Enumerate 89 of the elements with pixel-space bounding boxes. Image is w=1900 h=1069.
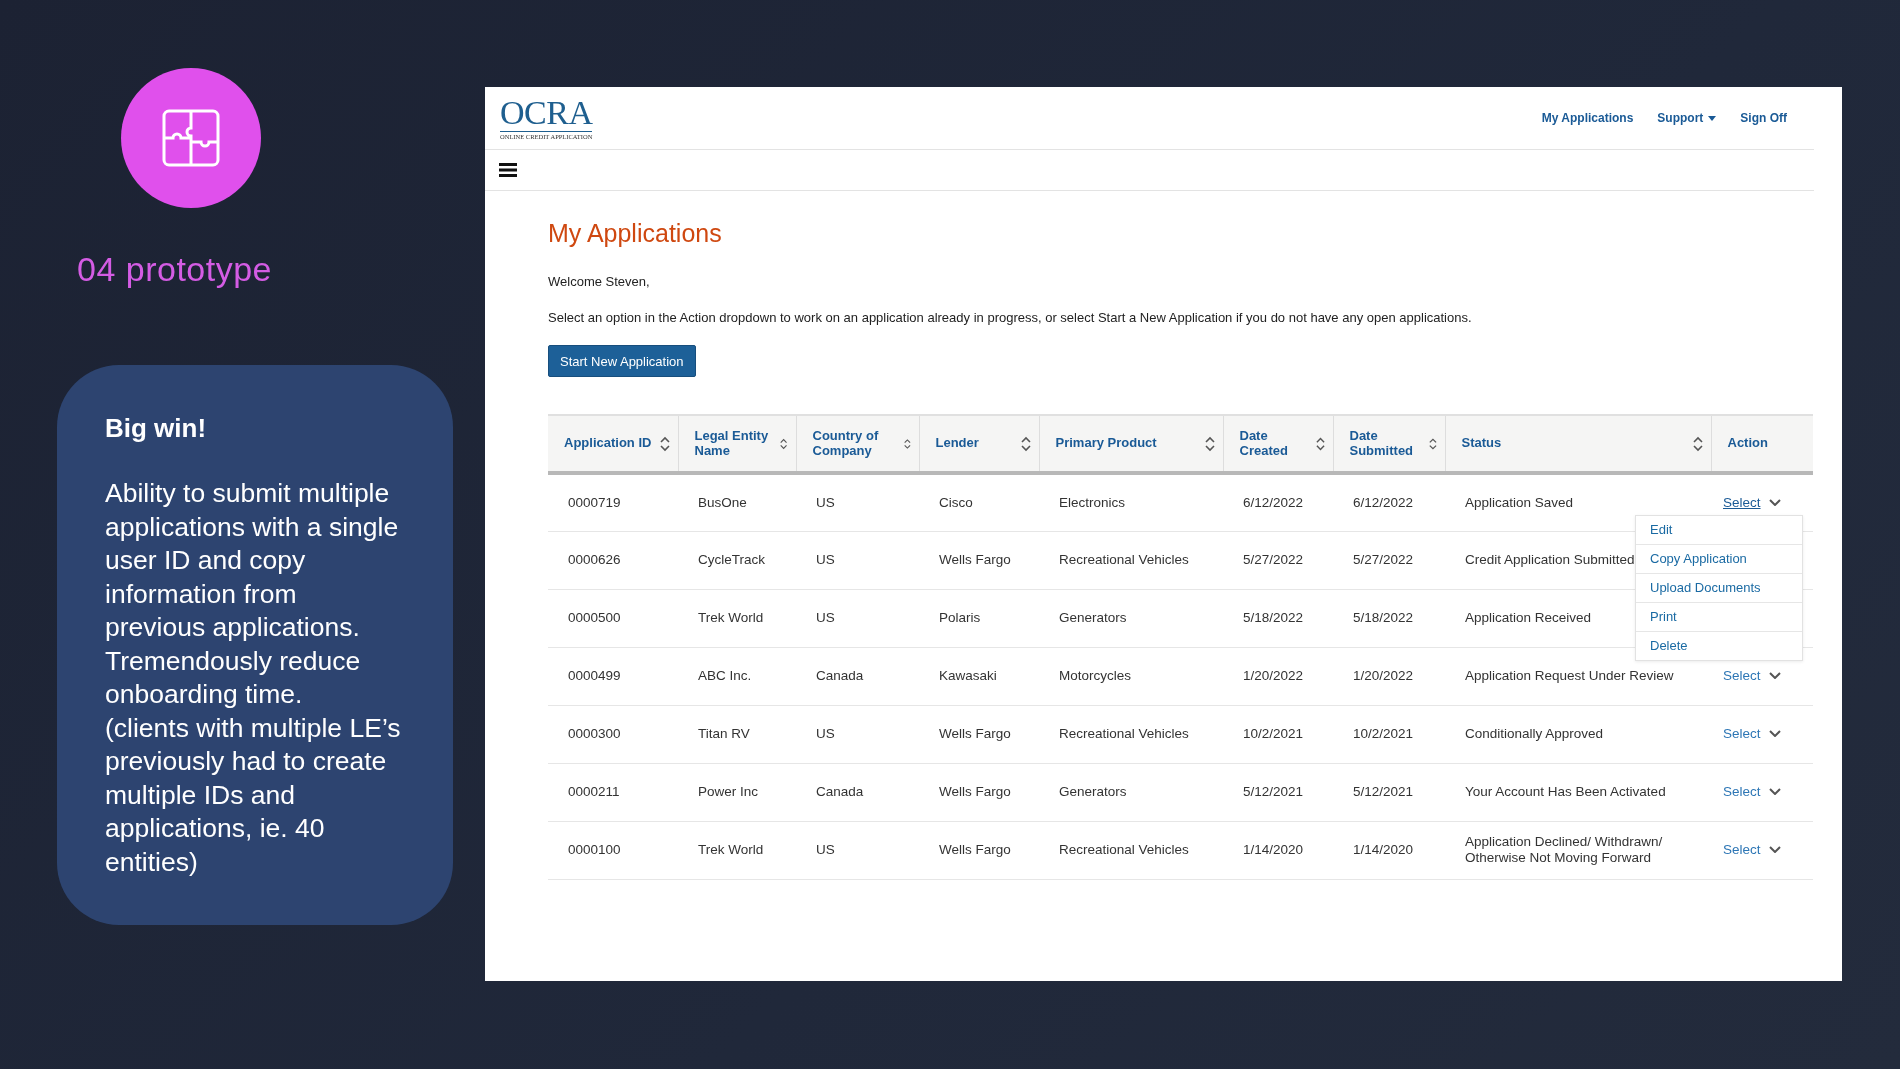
nav-link[interactable]: Support: [1657, 111, 1717, 125]
table-cell: Wells Fargo: [919, 531, 1039, 589]
table-cell: Titan RV: [678, 705, 796, 763]
table-cell: Power Inc: [678, 763, 796, 821]
menu-item[interactable]: Print: [1636, 603, 1802, 632]
column-header[interactable]: Status: [1445, 415, 1711, 473]
table-cell: 6/12/2022: [1223, 473, 1333, 531]
table-cell: 10/2/2021: [1333, 705, 1445, 763]
table-cell: Motorcycles: [1039, 647, 1223, 705]
table-cell: 5/18/2022: [1333, 589, 1445, 647]
nav-link[interactable]: Sign Off: [1740, 111, 1787, 125]
start-new-application-button[interactable]: Start New Application: [548, 345, 696, 377]
table-cell: Polaris: [919, 589, 1039, 647]
table-cell: 0000626: [548, 531, 678, 589]
table-cell: US: [796, 531, 919, 589]
table-cell: 0000300: [548, 705, 678, 763]
table-cell: Canada: [796, 763, 919, 821]
column-header[interactable]: Application ID: [548, 415, 678, 473]
menu-item[interactable]: Edit: [1636, 516, 1802, 545]
table-cell: 1/14/2020: [1223, 821, 1333, 879]
table-cell: 0000719: [548, 473, 678, 531]
card-paragraph: Tremendously reduce onboarding time.: [105, 644, 362, 711]
table-cell: Canada: [796, 647, 919, 705]
table-cell: 5/12/2021: [1333, 763, 1445, 821]
table-cell: Your Account Has Been Activated: [1445, 763, 1711, 821]
menu-item[interactable]: Upload Documents: [1636, 574, 1802, 603]
table-cell: 5/27/2022: [1333, 531, 1445, 589]
table-cell: 5/12/2021: [1223, 763, 1333, 821]
caret-icon: [1768, 672, 1781, 680]
table-cell: CycleTrack: [678, 531, 796, 589]
table-cell: 1/14/2020: [1333, 821, 1445, 879]
section-title: 04 prototype: [77, 250, 274, 289]
table-cell: Wells Fargo: [919, 821, 1039, 879]
table-cell: 0000499: [548, 647, 678, 705]
table-cell: Generators: [1039, 763, 1223, 821]
action-select[interactable]: Select: [1723, 495, 1781, 511]
instruction-text: Select an option in the Action dropdown to work on an application already in progress, or select Start a New Application if you do not have any open applications.: [548, 310, 1473, 325]
menu-icon[interactable]: [499, 163, 517, 177]
table-cell: Kawasaki: [919, 647, 1039, 705]
table-cell: Trek World: [678, 589, 796, 647]
puzzle-icon: [161, 108, 221, 168]
menu-item[interactable]: Copy Application: [1636, 545, 1802, 574]
caret-icon: [1768, 499, 1781, 507]
card-paragraph: (clients with multiple LE’s previously had to create multiple IDs and applications, ie. 40 entities): [105, 711, 401, 879]
table-cell: US: [796, 821, 919, 879]
table-cell: 5/18/2022: [1223, 589, 1333, 647]
table-cell: Electronics: [1039, 473, 1223, 531]
table-cell: Cisco: [919, 473, 1039, 531]
table-cell: US: [796, 705, 919, 763]
column-header[interactable]: Legal Entity Name: [678, 415, 796, 473]
table-cell: 1/20/2022: [1333, 647, 1445, 705]
table-cell: 0000500: [548, 589, 678, 647]
table-cell: Recreational Vehicles: [1039, 821, 1223, 879]
table-cell: 1/20/2022: [1223, 647, 1333, 705]
card-heading: Big win!: [105, 413, 208, 444]
page-title: My Applications: [548, 219, 723, 248]
card-paragraph: Ability to submit multiple applications with a single user ID and copy information from previous applications.: [105, 477, 400, 644]
table-cell: 0000211: [548, 763, 678, 821]
table-cell: US: [796, 589, 919, 647]
table-cell: BusOne: [678, 473, 796, 531]
table-cell: US: [796, 473, 919, 531]
table-cell: Application Declined/ Withdrawn/ Otherwise Not Moving Forward: [1445, 821, 1711, 879]
table-cell: Wells Fargo: [919, 763, 1039, 821]
table-cell: Generators: [1039, 589, 1223, 647]
column-header[interactable]: Action: [1711, 415, 1813, 473]
caret-icon: [1768, 846, 1781, 854]
action-select[interactable]: Select: [1723, 726, 1781, 742]
action-select[interactable]: Select: [1723, 784, 1781, 800]
table-cell: ABC Inc.: [678, 647, 796, 705]
column-header[interactable]: Country of Company: [796, 415, 919, 473]
action-select[interactable]: Select: [1723, 668, 1781, 684]
column-header[interactable]: Date Submitted: [1333, 415, 1445, 473]
caret-icon: [1768, 788, 1781, 796]
table-cell: Conditionally Approved: [1445, 705, 1711, 763]
nav-link[interactable]: My Applications: [1541, 111, 1634, 125]
table-cell: Wells Fargo: [919, 705, 1039, 763]
column-header[interactable]: Date Created: [1223, 415, 1333, 473]
welcome-text: Welcome Steven,: [548, 274, 651, 289]
table-cell: Trek World: [678, 821, 796, 879]
column-header[interactable]: Lender: [919, 415, 1039, 473]
table-cell: 6/12/2022: [1333, 473, 1445, 531]
table-cell: Recreational Vehicles: [1039, 705, 1223, 763]
table-cell: 10/2/2021: [1223, 705, 1333, 763]
action-select[interactable]: Select: [1723, 842, 1781, 858]
table-cell: 5/27/2022: [1223, 531, 1333, 589]
table-cell: Recreational Vehicles: [1039, 531, 1223, 589]
table-cell: 0000100: [548, 821, 678, 879]
caret-icon: [1768, 730, 1781, 738]
column-header[interactable]: Primary Product: [1039, 415, 1223, 473]
